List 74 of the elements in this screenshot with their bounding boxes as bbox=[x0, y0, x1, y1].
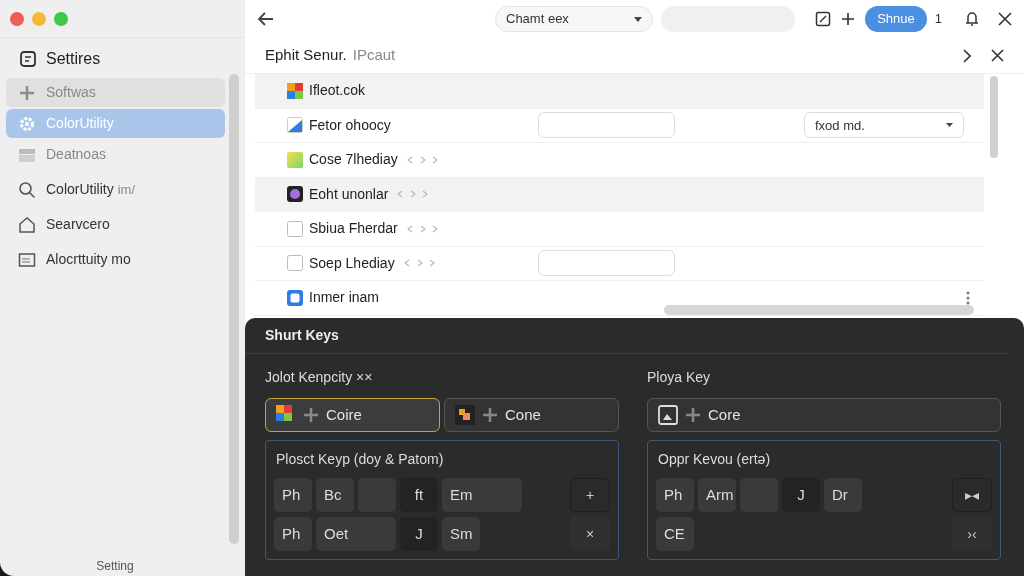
keycap[interactable]: Dr bbox=[824, 478, 862, 512]
keycap[interactable]: Oet bbox=[316, 517, 396, 551]
bell-icon bbox=[964, 11, 980, 27]
count-label: 1 bbox=[934, 10, 942, 29]
keycap[interactable]: Ph bbox=[656, 478, 694, 512]
square-icon bbox=[287, 289, 303, 306]
keycap[interactable]: J bbox=[400, 517, 438, 551]
sidebar-item[interactable]: Alocrttuity mo bbox=[6, 245, 225, 274]
chevron-right-icon bbox=[963, 48, 971, 63]
move-icon bbox=[483, 408, 497, 422]
keycap[interactable]: ft bbox=[400, 478, 438, 512]
remove-button[interactable]: ›‹ bbox=[952, 517, 992, 551]
gradient-icon bbox=[287, 151, 303, 168]
key-chip[interactable]: Cone bbox=[444, 398, 619, 432]
chart-icon bbox=[287, 117, 303, 134]
key-chip[interactable]: Core bbox=[647, 398, 1001, 432]
move-icon bbox=[686, 408, 700, 422]
checkbox bbox=[287, 255, 303, 272]
list-row[interactable]: Soep Lhediay bbox=[255, 246, 984, 281]
close-icon bbox=[991, 49, 1004, 62]
input-field[interactable] bbox=[538, 250, 675, 277]
folder-icon bbox=[18, 250, 36, 269]
checkbox bbox=[287, 220, 303, 237]
keycap[interactable]: Ph bbox=[274, 478, 312, 512]
plus-icon bbox=[841, 12, 856, 26]
keycap[interactable]: Sm bbox=[442, 517, 480, 551]
list-row[interactable]: Ifleot.cok bbox=[255, 74, 984, 109]
list-row[interactable]: Fetor ohoocy fxod md. bbox=[255, 108, 984, 143]
scrollbar[interactable] bbox=[664, 305, 974, 315]
panel-title: Ephit Senur. bbox=[265, 45, 347, 66]
keycap[interactable]: J bbox=[782, 478, 820, 512]
list-row[interactable]: Cose 7lhediay bbox=[255, 143, 984, 178]
close-window-button[interactable] bbox=[10, 11, 24, 26]
section-label: Jolot Kenpcity ×× bbox=[265, 368, 374, 387]
minimize-button[interactable] bbox=[32, 11, 46, 26]
palette-icon bbox=[287, 82, 303, 99]
list-row[interactable]: Sbiua Fherdar bbox=[255, 212, 984, 247]
swatch-icon bbox=[455, 405, 475, 425]
edit-icon bbox=[815, 11, 832, 27]
keycap[interactable]: CE bbox=[656, 517, 694, 551]
move-icon bbox=[304, 408, 318, 422]
key-chip[interactable]: Coire bbox=[265, 398, 440, 432]
plus-icon bbox=[18, 83, 36, 102]
scrollbar[interactable] bbox=[990, 76, 998, 158]
caret-icon bbox=[946, 123, 953, 128]
input-field[interactable] bbox=[538, 112, 675, 139]
group-title: Plosct Keyp (doy & Patom) bbox=[276, 450, 445, 469]
back-icon bbox=[257, 10, 275, 28]
dropdown[interactable]: fxod md. bbox=[804, 112, 964, 139]
section-label: Ploya Key bbox=[647, 368, 712, 387]
group-title: Oppr Kevou (ertə) bbox=[658, 450, 772, 469]
footer-label: Setting bbox=[96, 558, 134, 575]
dropdown[interactable]: Chamt eex bbox=[495, 6, 653, 32]
sidebar-item[interactable]: ColorUtility im/ bbox=[6, 175, 225, 204]
scrollbar[interactable] bbox=[229, 74, 239, 544]
swatch-icon bbox=[287, 186, 303, 203]
add-button[interactable]: + bbox=[570, 478, 610, 512]
zoom-button[interactable] bbox=[54, 11, 68, 26]
image-icon bbox=[658, 405, 678, 425]
keycap[interactable]: Bc bbox=[316, 478, 354, 512]
caret-icon bbox=[634, 16, 642, 22]
sidebar-title: Settires bbox=[46, 49, 101, 69]
search-icon bbox=[18, 180, 36, 199]
remove-button[interactable]: × bbox=[570, 517, 610, 551]
sidebar-item[interactable]: Searvcero bbox=[6, 210, 225, 239]
house-icon bbox=[18, 215, 36, 234]
panel-subtitle: IPcaut bbox=[352, 45, 396, 66]
keycap[interactable]: Ph bbox=[274, 517, 312, 551]
keycap[interactable]: Arm bbox=[698, 478, 736, 512]
list-row[interactable]: Eoht unonlar bbox=[255, 177, 984, 212]
close-icon bbox=[998, 12, 1012, 26]
panel-title: Shurt Keys bbox=[265, 326, 339, 345]
keycap[interactable]: Em bbox=[442, 478, 522, 512]
add-button[interactable]: ▸◂ bbox=[952, 478, 992, 512]
